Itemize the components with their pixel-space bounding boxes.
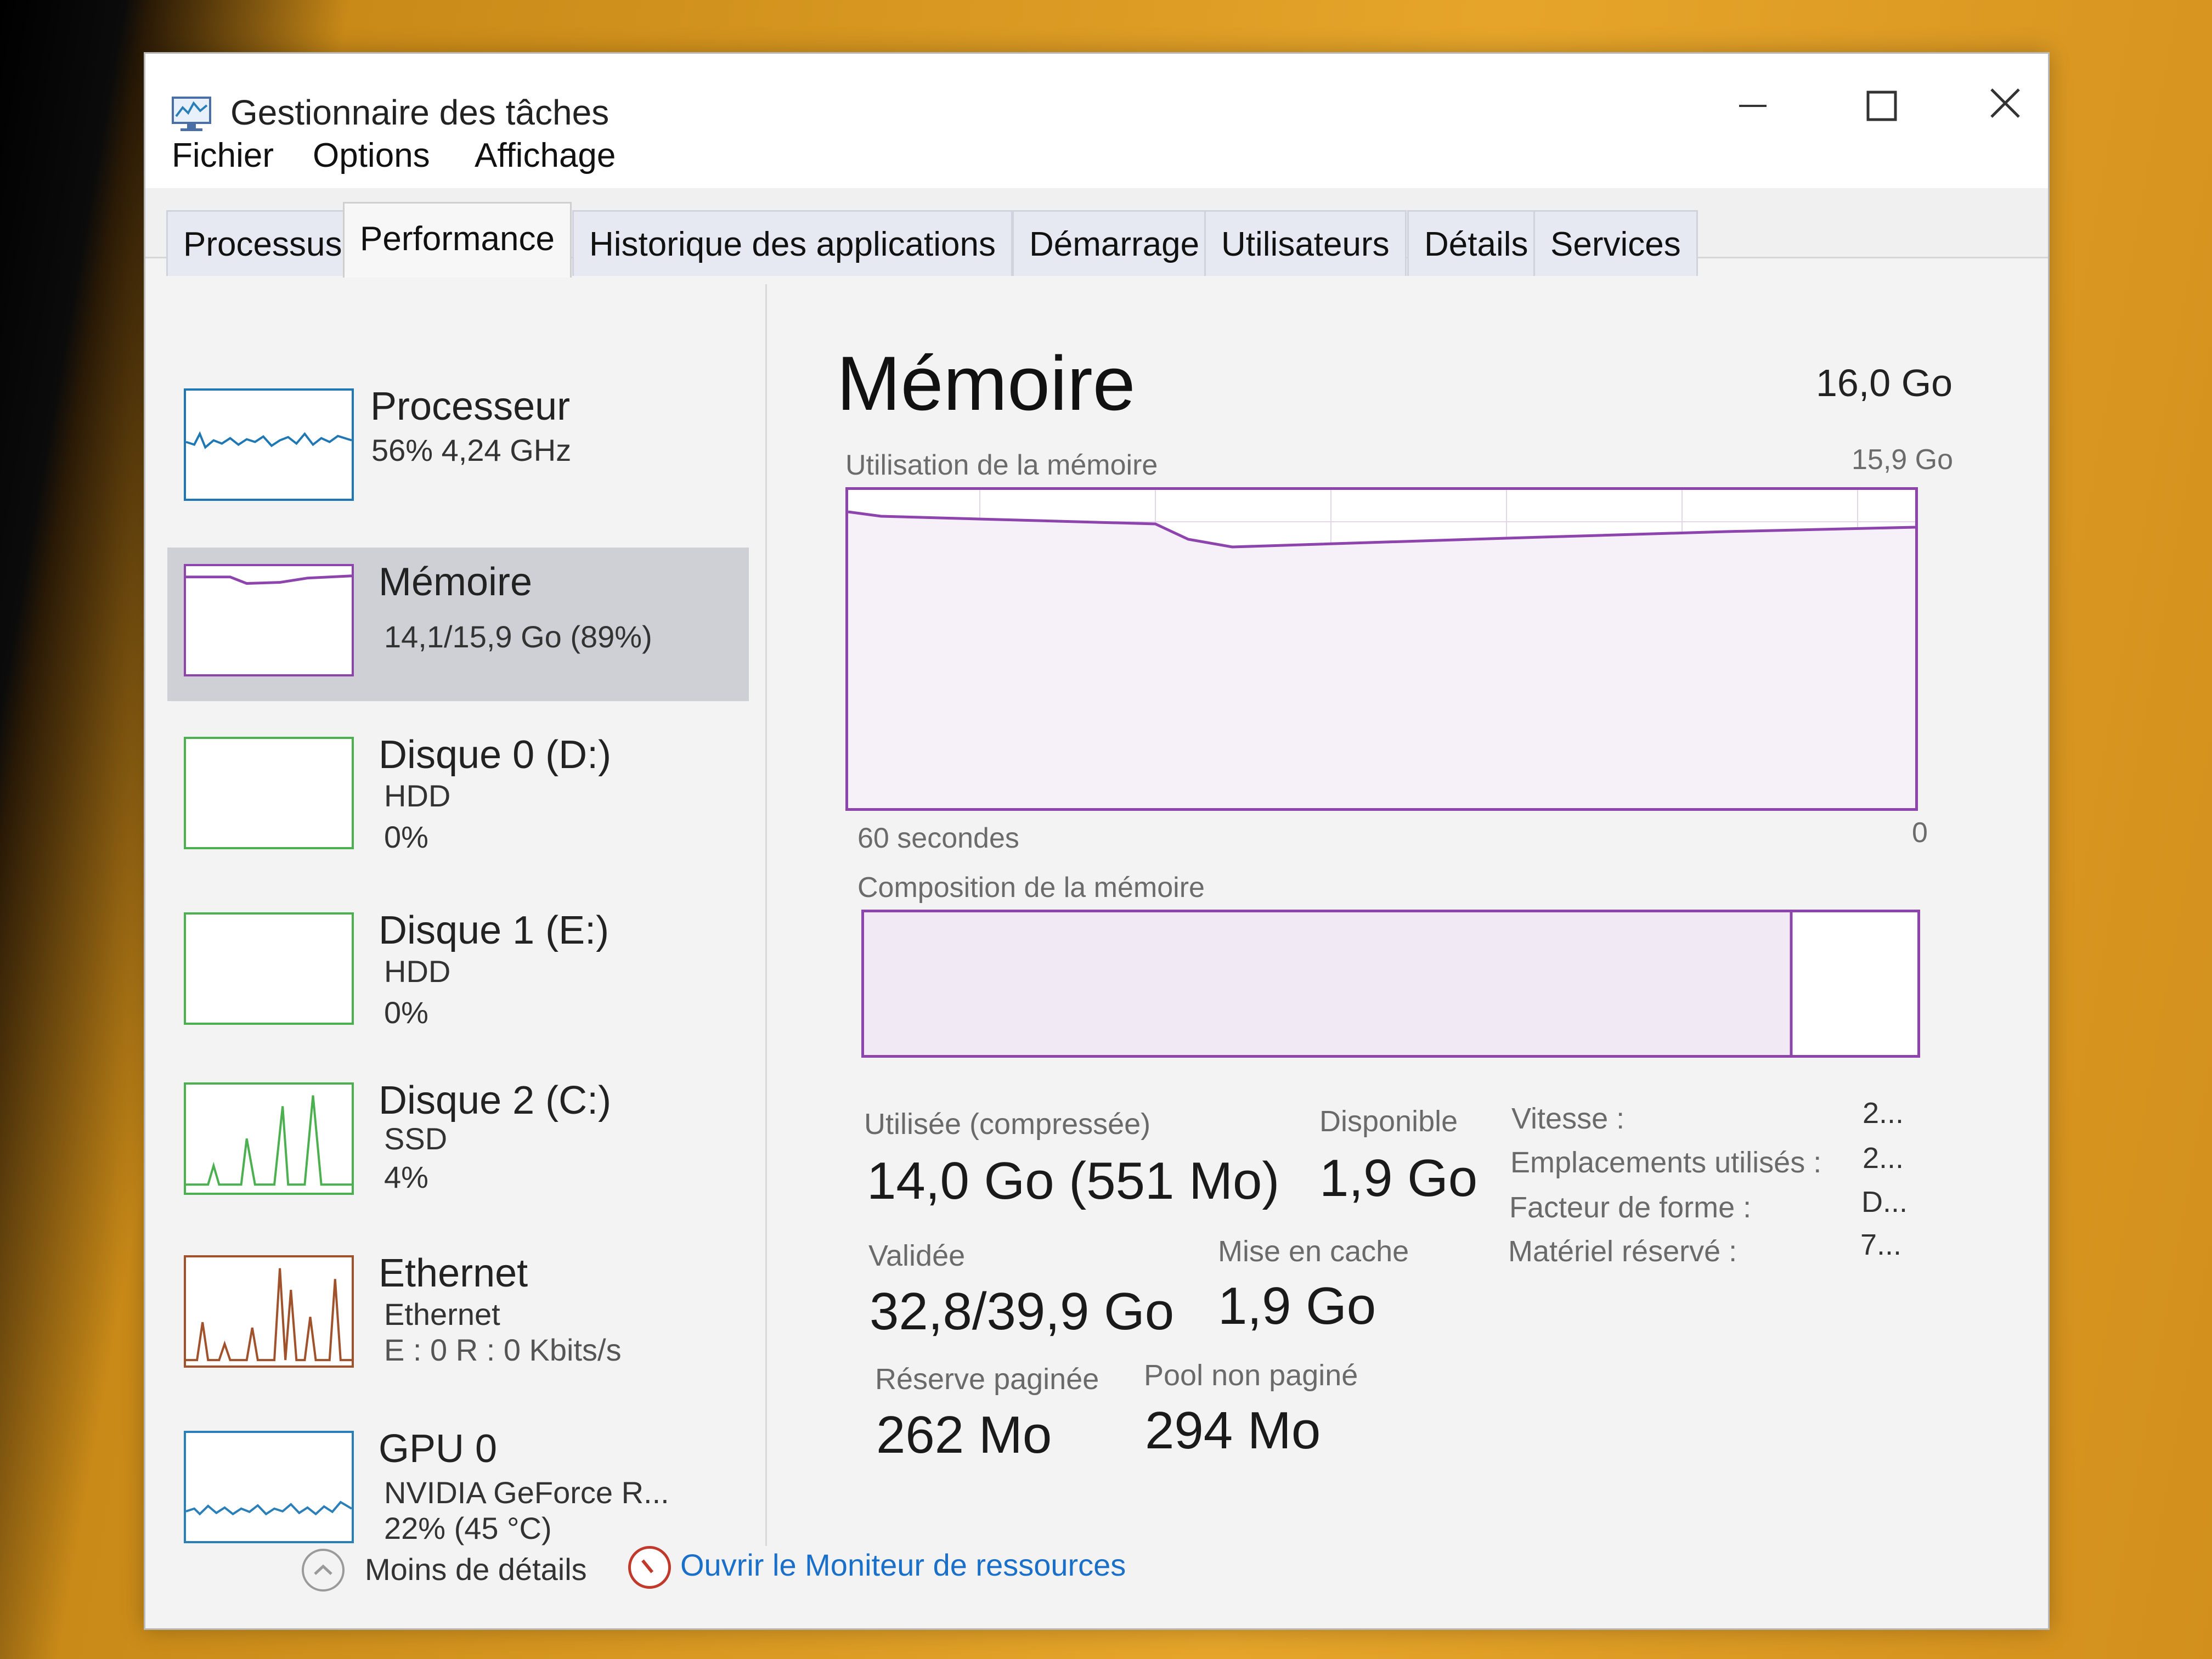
usage-graph-max: 15,9 Go xyxy=(1852,444,1954,476)
less-details-link[interactable]: Moins de détails xyxy=(365,1551,587,1587)
sidebar-item-sub2: 0% xyxy=(384,995,428,1030)
composition-used-segment xyxy=(864,912,1791,1055)
sidebar-item-sub: HDD xyxy=(384,778,451,813)
memory-total: 16,0 Go xyxy=(1816,362,1953,404)
stat-committed-label: Validée xyxy=(868,1239,966,1272)
usage-graph-label: Utilisation de la mémoire xyxy=(845,449,1158,481)
sidebar-item-sub: Ethernet xyxy=(384,1297,500,1331)
sidebar-item-sub: 14,1/15,9 Go (89%) xyxy=(384,619,652,654)
graph-time-right: 0 xyxy=(1912,817,1928,849)
tab-details[interactable]: Détails xyxy=(1407,210,1545,276)
task-manager-window: Gestionnaire des tâches Fichier Options … xyxy=(144,52,2050,1630)
sidebar-item-title: Disque 0 (D:) xyxy=(379,733,612,777)
detail-form-key: Facteur de forme : xyxy=(1509,1191,1752,1224)
task-manager-app-icon xyxy=(172,97,211,132)
stat-paged-label: Réserve paginée xyxy=(875,1363,1099,1396)
menu-fichier[interactable]: Fichier xyxy=(172,136,274,175)
graph-time-left: 60 secondes xyxy=(857,822,1019,854)
gpu-mini-graph xyxy=(184,1431,354,1543)
tab-historique[interactable]: Historique des applications xyxy=(572,210,1013,276)
stat-nonpaged-label: Pool non paginé xyxy=(1144,1359,1358,1392)
sidebar-item-sub: HDD xyxy=(384,954,451,989)
sidebar-item-disk1[interactable]: Disque 1 (E:) HDD 0% xyxy=(167,896,749,1049)
page-title: Mémoire xyxy=(837,340,1136,426)
sidebar-item-disk0[interactable]: Disque 0 (D:) HDD 0% xyxy=(167,720,749,874)
tab-utilisateurs[interactable]: Utilisateurs xyxy=(1204,210,1407,276)
resource-sidebar: Processeur 56% 4,24 GHz Mémoire 14,1/15,… xyxy=(167,284,760,1545)
stat-used-label: Utilisée (compressée) xyxy=(864,1108,1151,1141)
detail-speed-value: 2... xyxy=(1863,1097,1904,1130)
sidebar-item-title: Mémoire xyxy=(379,560,533,604)
disk0-mini-graph xyxy=(184,737,354,849)
memory-usage-svg xyxy=(848,490,1915,808)
sidebar-item-sub2: E : 0 R : 0 Kbits/s xyxy=(384,1333,622,1367)
tab-demarrage[interactable]: Démarrage xyxy=(1012,210,1217,276)
sidebar-item-title: Disque 2 (C:) xyxy=(379,1079,612,1122)
detail-reserved-value: 7... xyxy=(1860,1228,1902,1261)
sidebar-item-sub: SSD xyxy=(384,1121,448,1156)
detail-slots-key: Emplacements utilisés : xyxy=(1510,1146,1822,1179)
detail-slots-value: 2... xyxy=(1863,1142,1904,1175)
menu-affichage[interactable]: Affichage xyxy=(475,136,616,175)
sidebar-item-disk2[interactable]: Disque 2 (C:) SSD 4% xyxy=(167,1066,749,1220)
tab-processus[interactable]: Processus xyxy=(166,210,359,276)
stat-committed-value: 32,8/39,9 Go xyxy=(870,1282,1175,1341)
sidebar-item-sub2: 4% xyxy=(384,1160,428,1194)
chevron-up-icon[interactable] xyxy=(302,1549,345,1592)
sidebar-item-ethernet[interactable]: Ethernet Ethernet E : 0 R : 0 Kbits/s xyxy=(167,1239,749,1392)
resource-monitor-link[interactable]: Ouvrir le Moniteur de ressources xyxy=(680,1547,1126,1583)
ethernet-mini-graph xyxy=(184,1255,354,1368)
tab-services[interactable]: Services xyxy=(1533,210,1698,276)
stat-used-value: 14,0 Go (551 Mo) xyxy=(867,1152,1280,1210)
menu-bar xyxy=(145,136,2048,188)
close-button[interactable] xyxy=(1967,76,2044,136)
tab-performance[interactable]: Performance xyxy=(343,202,572,278)
window-title: Gestionnaire des tâches xyxy=(230,93,610,132)
detail-speed-key: Vitesse : xyxy=(1511,1102,1625,1135)
disk2-mini-graph xyxy=(184,1082,354,1195)
sidebar-item-sub2: 22% (45 °C) xyxy=(384,1511,552,1545)
memory-mini-graph xyxy=(184,564,354,676)
detail-reserved-key: Matériel réservé : xyxy=(1508,1235,1737,1268)
sidebar-item-title: GPU 0 xyxy=(379,1427,498,1471)
stat-nonpaged-value: 294 Mo xyxy=(1145,1401,1321,1460)
menu-options[interactable]: Options xyxy=(313,136,430,175)
detail-form-value: D... xyxy=(1861,1186,1908,1218)
disk1-mini-graph xyxy=(184,912,354,1025)
stat-available-value: 1,9 Go xyxy=(1319,1149,1478,1207)
sidebar-item-title: Disque 1 (E:) xyxy=(379,909,610,952)
sidebar-item-sub2: 0% xyxy=(384,820,428,854)
stat-cached-value: 1,9 Go xyxy=(1218,1277,1376,1335)
sidebar-item-sub: NVIDIA GeForce R... xyxy=(384,1475,669,1510)
sidebar-item-gpu[interactable]: GPU 0 NVIDIA GeForce R... 22% (45 °C) xyxy=(167,1414,749,1568)
maximize-button[interactable] xyxy=(1843,76,1920,136)
memory-composition-bar xyxy=(861,910,1920,1058)
sidebar-item-title: Processeur xyxy=(370,385,571,428)
memory-usage-graph xyxy=(845,487,1918,811)
resource-monitor-icon[interactable] xyxy=(628,1546,671,1589)
sidebar-divider xyxy=(765,284,767,1546)
minimize-button[interactable] xyxy=(1714,76,1791,136)
sidebar-item-title: Ethernet xyxy=(379,1251,528,1295)
composition-label: Composition de la mémoire xyxy=(857,872,1205,904)
stat-available-label: Disponible xyxy=(1319,1105,1458,1138)
stat-paged-value: 262 Mo xyxy=(876,1406,1052,1464)
composition-svg xyxy=(864,912,1793,1055)
cpu-mini-graph xyxy=(184,388,354,501)
sidebar-item-sub: 56% 4,24 GHz xyxy=(371,433,572,467)
sidebar-item-memory[interactable]: Mémoire 14,1/15,9 Go (89%) xyxy=(167,548,749,701)
sidebar-item-cpu[interactable]: Processeur 56% 4,24 GHz xyxy=(167,372,749,526)
stat-cached-label: Mise en cache xyxy=(1218,1235,1409,1268)
title-bar: Gestionnaire des tâches xyxy=(145,54,2048,136)
